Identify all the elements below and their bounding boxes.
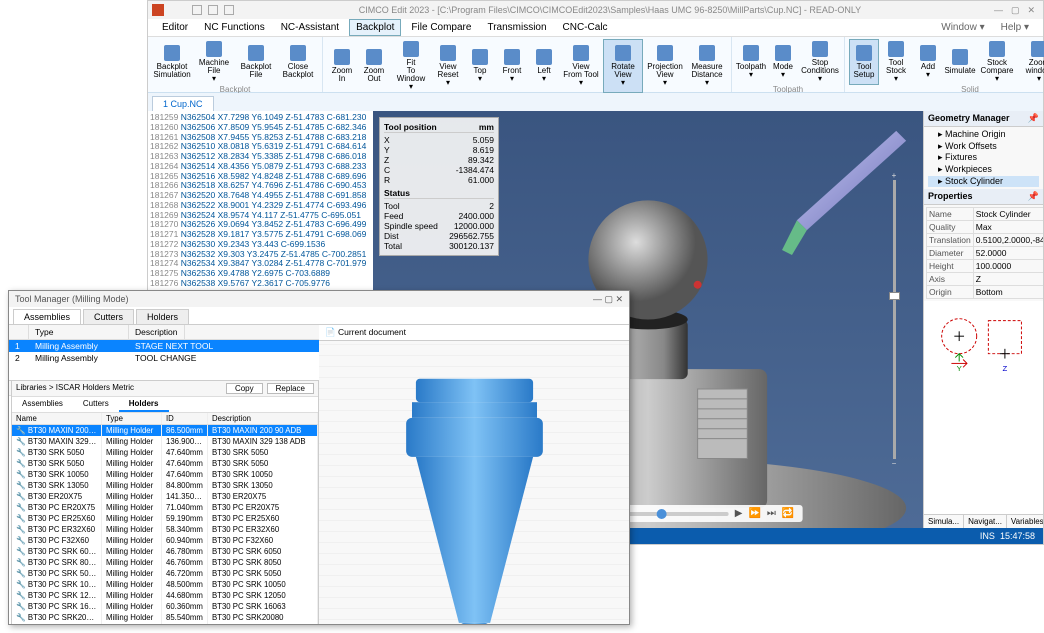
ribbon: BackplotSimulationMachineFile▾BackplotFi… [148,37,1043,93]
ribbon-simulate[interactable]: Simulate [945,39,975,85]
ribbon-mode-[interactable]: Mode▾ [768,39,798,85]
properties-table[interactable]: NameStock CylinderQualityMaxTranslation0… [926,207,1043,299]
quick-access-toolbar[interactable] [168,2,234,18]
maximize-button[interactable]: ▢ [1011,5,1020,16]
ribbon-left-[interactable]: Left▾ [529,39,559,93]
menu-help[interactable]: Help ▾ [995,20,1035,35]
ribbon-close-backplot[interactable]: CloseBackplot [278,39,318,85]
app-icon [152,4,164,16]
geometry-tree[interactable]: ▸ Machine Origin▸ Work Offsets▸ Fixtures… [924,127,1043,189]
ribbon-add-[interactable]: Add▾ [913,39,943,85]
properties-title: Properties📌 [924,189,1043,205]
pb-ff[interactable]: ⏩ [748,508,760,519]
tab-nc-assistant[interactable]: NC-Assistant [275,20,345,35]
ribbon-top-[interactable]: Top▾ [465,39,495,93]
ribbon-view-from-tool-[interactable]: ViewFrom Tool▾ [561,39,601,93]
ribbon-fit-to-window-[interactable]: FitTo Window▾ [391,39,431,93]
minimize-button[interactable]: — [994,5,1003,16]
svg-text:Y: Y [957,365,963,374]
right-dock-tabs[interactable]: Simula...Navigat...VariablesGeomet... [924,514,1043,528]
vertical-zoom-slider[interactable]: +− [887,171,901,468]
ribbon-tabs: Editor NC Functions NC-Assistant Backplo… [148,19,1043,37]
tm-titlebar: Tool Manager (Milling Mode) — ▢ ✕ [9,291,629,307]
ribbon-measure-distance-[interactable]: MeasureDistance▾ [687,39,727,93]
pb-loop[interactable]: 🔁 [782,508,794,519]
ribbon-backplot-simulation[interactable]: BackplotSimulation [152,39,192,85]
doc-tab[interactable]: 1 Cup.NC [152,96,214,111]
document-tabs: 1 Cup.NC [148,93,1043,111]
tm-tab-cutters[interactable]: Cutters [83,309,134,324]
tab-nc-functions[interactable]: NC Functions [198,20,271,35]
tm-replace-button[interactable]: Replace [267,383,314,394]
tab-cnc-calc[interactable]: CNC-Calc [557,20,614,35]
ribbon-tool-setup[interactable]: ToolSetup [849,39,879,85]
status-ins: INS [980,531,995,541]
ribbon-stock-compare-[interactable]: StockCompare▾ [977,39,1017,85]
pb-play[interactable]: ▶ [735,508,743,519]
window-title: CIMCO Edit 2023 - [C:\Program Files\CIMC… [234,5,986,15]
right-dock: Geometry Manager📌 ▸ Machine Origin▸ Work… [923,111,1043,528]
tm-assemblies-list[interactable]: TypeDescription 1Milling AssemblySTAGE N… [9,325,319,381]
ribbon-machine-file-[interactable]: MachineFile▾ [194,39,234,85]
svg-text:Z: Z [1003,365,1008,374]
status-time: 15:47:58 [1000,531,1035,541]
tm-main-tabs[interactable]: Assemblies Cutters Holders [9,307,629,325]
tab-transmission[interactable]: Transmission [481,20,552,35]
menu-window[interactable]: Window ▾ [935,20,990,35]
tm-holders-table[interactable]: Libraries > ISCAR Holders Metric Copy Re… [12,381,319,624]
tm-tab-assemblies[interactable]: Assemblies [13,309,81,324]
ribbon-backplot-file[interactable]: BackplotFile [236,39,276,85]
origin-diagram: Y Z [924,301,1043,514]
tm-preview-panel: 📄 Current document Milling Assembly [319,325,629,624]
ribbon-zoom-out[interactable]: ZoomOut [359,39,389,93]
ribbon-toolpath-[interactable]: Toolpath▾ [736,39,766,85]
close-button[interactable]: ✕ [1027,5,1035,16]
tm-win-controls[interactable]: — ▢ ✕ [593,294,623,305]
pb-last[interactable]: ⏭ [767,508,776,519]
ribbon-front-[interactable]: Front▾ [497,39,527,93]
tab-editor[interactable]: Editor [156,20,194,35]
ribbon-zoom-window-[interactable]: Zoomwindow▾ [1019,39,1044,85]
titlebar: CIMCO Edit 2023 - [C:\Program Files\CIMC… [148,1,1043,19]
ribbon-projection-view-[interactable]: ProjectionView▾ [645,39,685,93]
tool-manager-window: Tool Manager (Milling Mode) — ▢ ✕ Assemb… [8,290,630,625]
tool-position-overlay: Tool positionmm X5.059Y8.619Z89.342C-138… [379,117,499,256]
tm-copy-button[interactable]: Copy [226,383,263,394]
ribbon-stop-conditions-[interactable]: StopConditions▾ [800,39,840,85]
ribbon-zoom-in[interactable]: ZoomIn [327,39,357,93]
ribbon-tool-stock-[interactable]: ToolStock▾ [881,39,911,85]
tm-tab-holders[interactable]: Holders [136,309,189,324]
ribbon-view-reset-[interactable]: ViewReset▾ [433,39,463,93]
ribbon-rotate-view-[interactable]: RotateView▾ [603,39,643,93]
geometry-manager-title: Geometry Manager📌 [924,111,1043,127]
tab-file-compare[interactable]: File Compare [405,20,477,35]
tab-backplot[interactable]: Backplot [349,19,401,36]
